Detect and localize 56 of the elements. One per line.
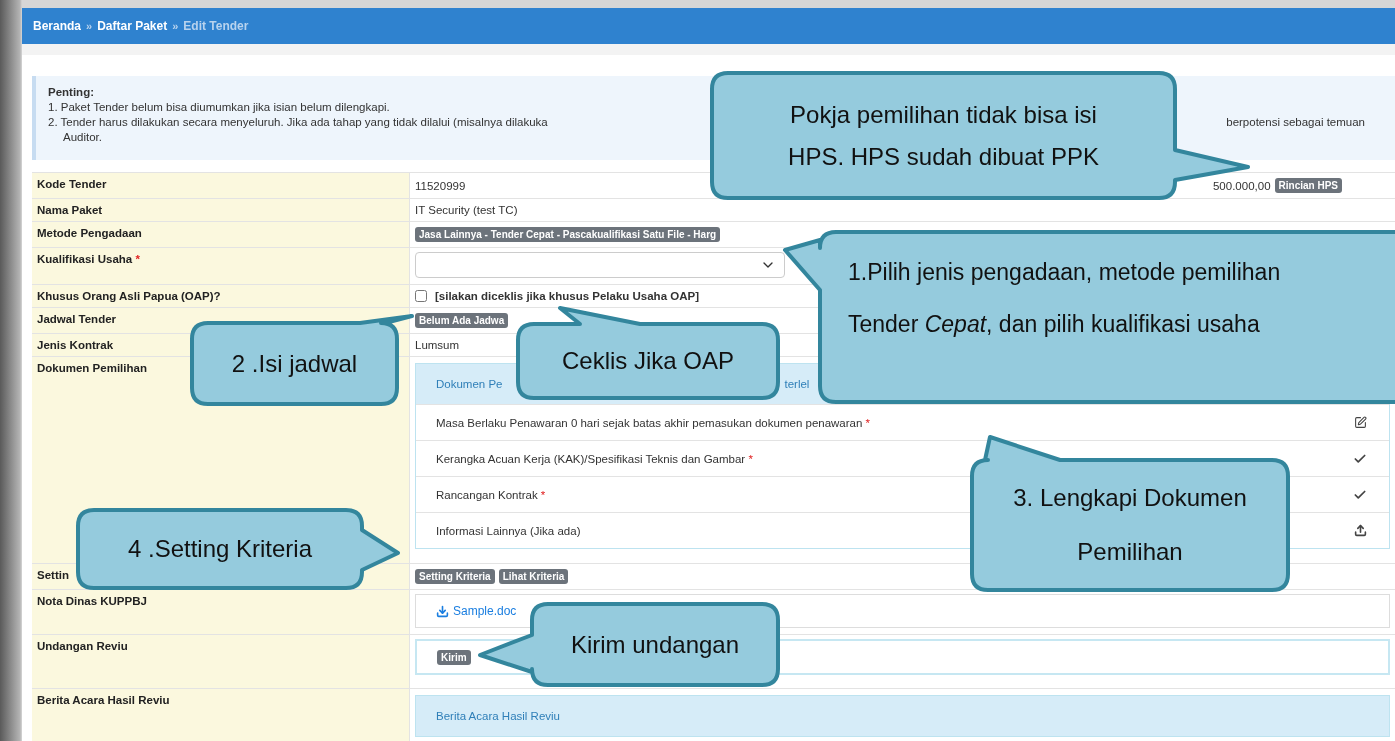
callout-text: HPS. HPS sudah dibuat PPK: [788, 141, 1099, 172]
download-icon[interactable]: [436, 604, 449, 618]
label-tag[interactable]: Jasa Lainnya - Tender Cepat - Pascakualifikasi Satu File - Harg: [415, 227, 721, 242]
field-value: Lumsum: [415, 339, 460, 351]
callout-text: 2 .Isi jadwal: [231, 348, 358, 379]
notice-text: 1. Paket Tender belum bisa diumumkan jika isian belum dilengkapi.: [48, 100, 390, 115]
checkbox-label: [silakan diceklis jika khusus Pelaku Usaha OAP]: [435, 290, 699, 302]
callout-text: 1.Pilih jenis pengadaan, metode pemilihan: [848, 258, 1281, 287]
field-label: Jenis Kontrak: [37, 339, 114, 351]
document-item[interactable]: Rancangan Kontrak *: [436, 488, 546, 501]
breadcrumb-separator: »: [172, 20, 179, 32]
field-label: Berita Acara Hasil Reviu: [37, 694, 170, 706]
select-field[interactable]: [415, 252, 785, 278]
field-label: Kualifikasi Usaha *: [37, 253, 140, 265]
send-button[interactable]: Kirim: [437, 649, 471, 665]
notice-title: Penting:: [48, 85, 95, 100]
label-tag[interactable]: Belum Ada Jadwa: [415, 313, 509, 328]
field-label: Jadwal Tender: [37, 313, 117, 325]
callout-text: 3. Lengkapi Dokumen: [1013, 483, 1247, 513]
panel-header-text: terlel: [784, 378, 810, 390]
callout-text: Kirim undangan: [570, 629, 740, 660]
breadcrumb-link[interactable]: Daftar Paket: [97, 19, 168, 33]
label-tag[interactable]: Setting Kriteria: [415, 569, 495, 584]
callout-text: 4 .Setting Kriteria: [127, 534, 313, 564]
field-label: Metode Pengadaan: [37, 227, 142, 239]
notice-text: Auditor.: [62, 130, 103, 145]
breadcrumb-separator: »: [86, 20, 93, 32]
field-label: Nota Dinas KUPPBJ: [37, 595, 147, 607]
panel-header-text: Dokumen Pe: [436, 378, 503, 390]
document-item[interactable]: Masa Berlaku Penawaran 0 hari sejak batas akhir pemasukan dokumen penawaran *: [436, 416, 871, 429]
document-item[interactable]: Informasi Lainnya (Jika ada): [436, 524, 581, 537]
field-label: Kode Tender: [37, 178, 107, 190]
file-link[interactable]: Sample.doc: [436, 604, 517, 618]
panel-header-text: Berita Acara Hasil Reviu: [436, 710, 560, 722]
field-label: Khusus Orang Asli Papua (OAP)?: [37, 290, 221, 302]
checkbox[interactable]: [415, 290, 427, 302]
document-item[interactable]: Kerangka Acuan Kerja (KAK)/Spesifikasi Teknis dan Gambar *: [436, 452, 753, 465]
callout-text: Ceklis Jika OAP: [561, 346, 734, 376]
edit-icon[interactable]: [1354, 416, 1367, 429]
breadcrumb-link[interactable]: Edit Tender: [183, 19, 249, 33]
label-tag[interactable]: Lihat Kriteria: [498, 569, 569, 584]
callout-text: Pokja pemilihan tidak bisa isi: [790, 99, 1097, 130]
amount-value: 500.000,00: [1212, 179, 1271, 192]
field-value: 11520999: [415, 179, 466, 192]
breadcrumb-link[interactable]: Beranda: [33, 19, 82, 33]
field-label: Settin: [37, 569, 69, 581]
field-value: IT Security (test TC): [415, 204, 518, 216]
callout-text: Pemilihan: [1077, 537, 1183, 567]
notice-text: berpotensi sebagai temuan: [1226, 115, 1366, 130]
notice-text: 2. Tender harus dilakukan secara menyeluruh. Jika ada tahap yang tidak dilalui (misalnya dilakuka: [48, 115, 548, 130]
callout-text: Tender Cepat, dan pilih kualifikasi usaha: [848, 310, 1260, 339]
field-label: Nama Paket: [37, 204, 103, 216]
upload-icon[interactable]: [1354, 524, 1367, 537]
field-label: Undangan Reviu: [37, 640, 128, 652]
detail-button[interactable]: Rincian HPS: [1274, 178, 1342, 193]
field-label: Dokumen Pemilihan: [37, 362, 147, 374]
